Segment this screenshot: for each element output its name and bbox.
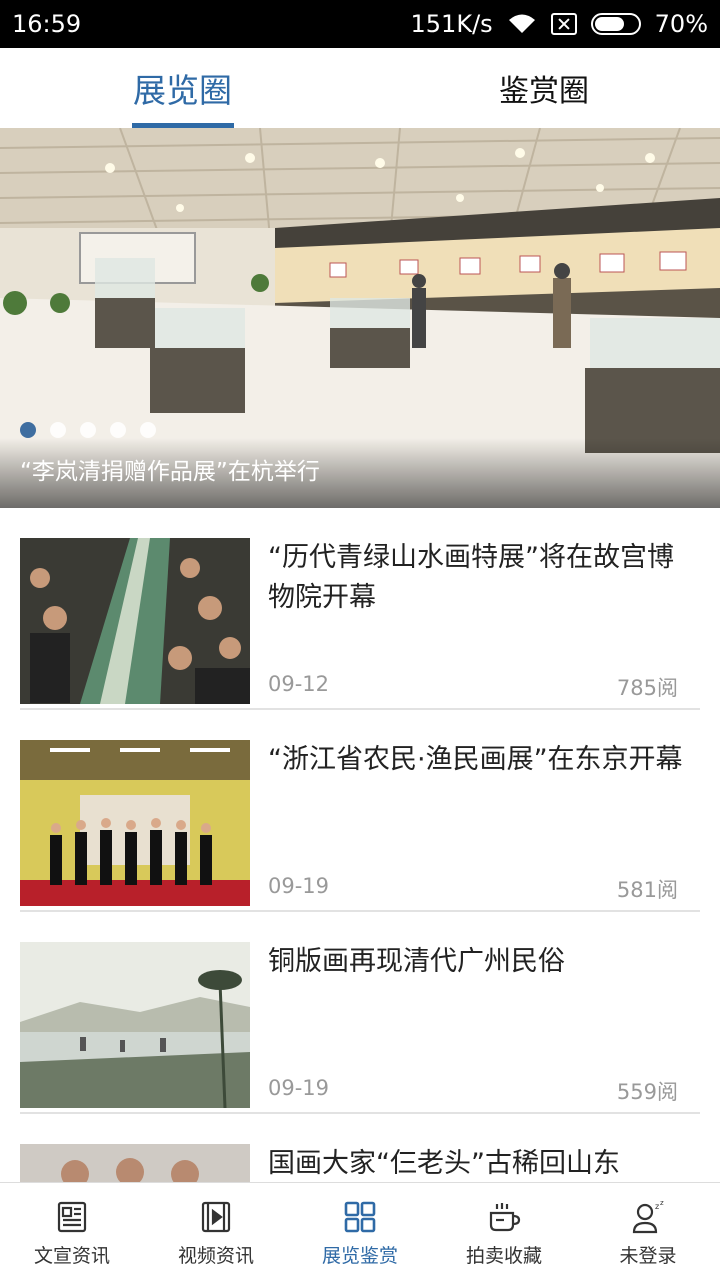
list-item[interactable]: 铜版画再现清代广州民俗 09-19 559阅 [20,912,700,1114]
banner-caption: “李岚清捐赠作品展”在杭举行 [0,438,720,508]
nav-video-label: 视频资讯 [177,1245,254,1267]
nav-news[interactable]: 文宣资讯 [0,1183,144,1280]
nav-news-label: 文宣资讯 [33,1245,110,1267]
news-title: “浙江省农民·渔民画展”在东京开幕 [268,744,683,775]
wifi-icon [508,14,535,33]
news-date: 09-19 [268,1076,330,1100]
nav-auction[interactable]: 拍卖收藏 [432,1183,576,1280]
painters-photo [20,1144,250,1182]
grid-icon [344,1201,376,1233]
news-title: “历代青绿山水画特展”将在故宫博物院开幕 [268,542,674,613]
news-thumbnail [20,740,250,906]
cup-icon [489,1203,521,1232]
newspaper-icon [57,1201,87,1233]
news-read-count: 559阅 [616,1080,678,1104]
list-item[interactable]: “历代青绿山水画特展”将在故宫博物院开幕 09-12 785阅 [20,508,700,710]
nav-exhibition-label: 展览鉴赏 [321,1245,398,1267]
tab-appreciation-circle[interactable]: 鉴赏圈 [360,48,720,128]
news-thumbnail [20,942,250,1108]
ribbon-cutting-photo [20,740,250,906]
svg-text:z: z [660,1199,664,1207]
status-bar: 16:59 151K/s 70% [0,0,720,48]
nav-video[interactable]: 视频资讯 [144,1183,288,1280]
carousel-dot[interactable] [20,422,36,438]
network-speed: 151K/s [410,10,493,38]
banner-carousel[interactable]: “李岚清捐赠作品展”在杭举行 [0,128,720,508]
carousel-dot[interactable] [110,422,126,438]
list-item[interactable]: “浙江省农民·渔民画展”在东京开幕 09-19 581阅 [20,710,700,912]
svg-text:z: z [655,1202,659,1211]
news-read-count: 581阅 [616,878,678,902]
carousel-dot[interactable] [80,422,96,438]
news-list: “历代青绿山水画特展”将在故宫博物院开幕 09-12 785阅 “浙江省农民·渔… [0,508,720,1182]
bottom-nav: 文宣资讯 视频资讯 展览鉴赏 拍卖收藏 z z 未登录 [0,1182,720,1280]
status-time: 16:59 [12,10,82,38]
tab-exhibition-circle[interactable]: 展览圈 [0,48,360,128]
nav-login[interactable]: z z 未登录 [576,1183,720,1280]
copperplate-landscape-photo [20,942,250,1108]
nav-login-label: 未登录 [619,1245,677,1267]
user-sleep-icon: z z [632,1199,664,1234]
battery-icon [590,13,641,35]
carousel-dot[interactable] [140,422,156,438]
no-sim-icon [550,13,577,35]
news-date: 09-12 [268,672,330,696]
carousel-dot[interactable] [50,422,66,438]
list-item[interactable]: 国画大家“仨老头”古稀回山东 [20,1114,700,1182]
exhibition-crowd-photo [20,538,250,704]
news-title: 国画大家“仨老头”古稀回山东 [268,1148,620,1179]
nav-auction-label: 拍卖收藏 [465,1245,542,1267]
carousel-dots [20,422,156,438]
status-indicators: 151K/s 70% [411,10,708,38]
video-icon [201,1201,231,1233]
news-read-count: 785阅 [616,676,678,700]
top-tabs: 展览圈 鉴赏圈 [0,48,720,128]
nav-exhibition[interactable]: 展览鉴赏 [288,1183,432,1280]
news-date: 09-19 [268,874,330,898]
battery-percent: 70% [654,10,708,38]
news-thumbnail [20,1144,250,1182]
news-title: 铜版画再现清代广州民俗 [268,946,565,977]
news-thumbnail [20,538,250,704]
